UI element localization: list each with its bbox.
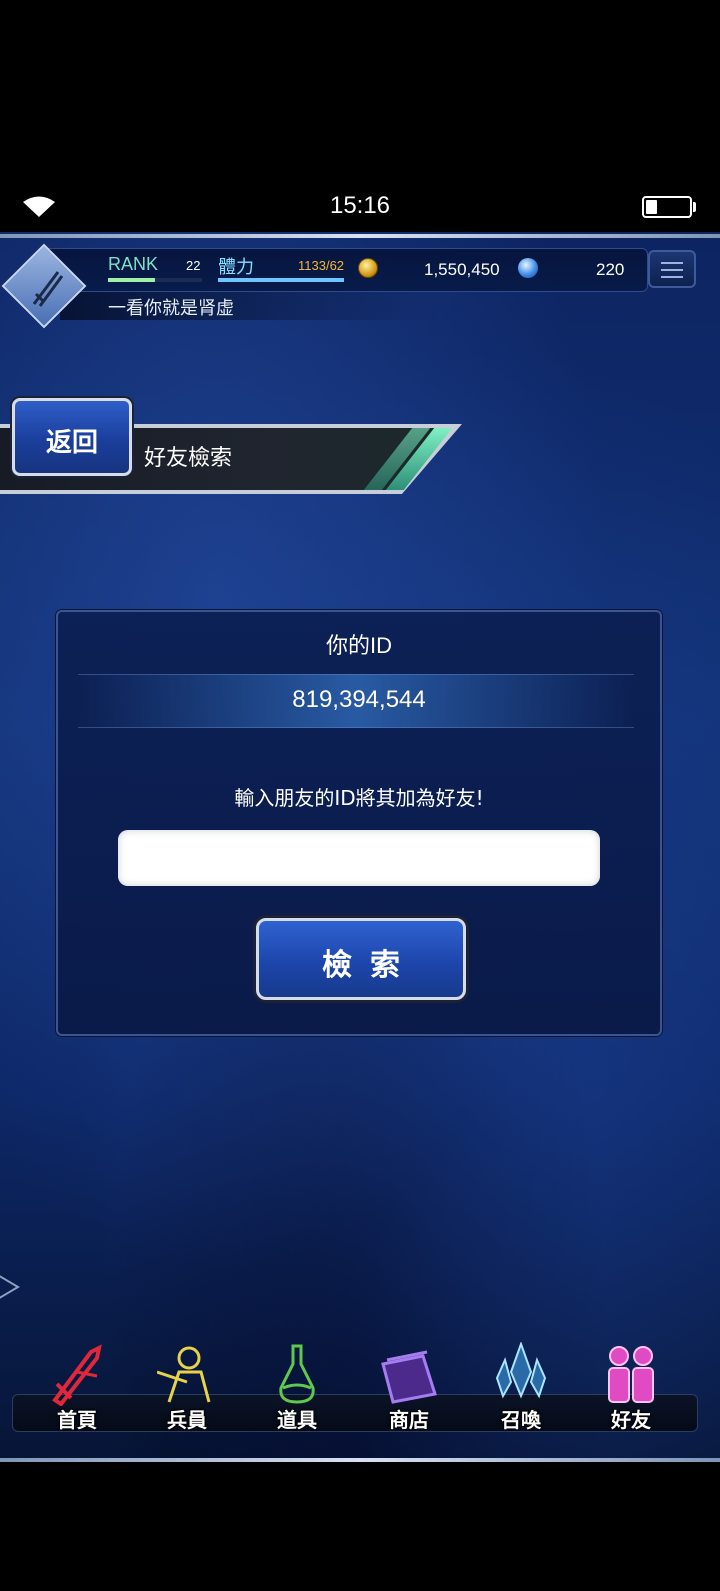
frame-top-border <box>0 234 720 238</box>
stamina-value: 1133/62 <box>298 258 345 273</box>
gil-coin-icon <box>358 258 378 278</box>
rank-label: RANK <box>108 254 159 274</box>
side-arrow-icon[interactable] <box>0 1270 22 1304</box>
nav-home-label: 首頁 <box>57 1408 97 1432</box>
rank-value: 22 <box>186 258 201 273</box>
page-title: 好友檢索 <box>144 446 233 471</box>
battery-icon <box>642 196 692 218</box>
hero-icon <box>157 1346 211 1403</box>
clock: 15:16 <box>329 192 391 219</box>
nav-items[interactable]: 道具 <box>242 1338 352 1434</box>
menu-icon-line <box>661 269 683 271</box>
stamina-gauge <box>218 278 344 282</box>
nav-friends-label: 好友 <box>611 1408 651 1432</box>
player-name: 一看你就是肾虚 <box>108 298 234 319</box>
your-id-value: 819,394,544 <box>292 686 426 713</box>
friend-id-input[interactable] <box>118 830 600 886</box>
menu-icon <box>661 262 683 264</box>
rank-gauge-fill <box>108 278 155 282</box>
battery-level <box>646 200 657 214</box>
nav-summon[interactable]: 召喚 <box>466 1338 576 1434</box>
your-id-heading: 你的ID <box>325 633 392 658</box>
stamina-label: 體力 <box>218 257 254 278</box>
nav-friends[interactable]: 好友 <box>576 1338 686 1434</box>
lapis-gem-icon <box>518 258 538 278</box>
nav-home[interactable]: 首頁 <box>22 1338 132 1434</box>
crystal-icon <box>495 1342 547 1399</box>
rank-gauge <box>108 278 202 282</box>
nav-summon-label: 召喚 <box>501 1408 541 1432</box>
menu-icon-line <box>661 276 683 278</box>
nav-shop[interactable]: 商店 <box>354 1338 464 1434</box>
menu-button[interactable] <box>648 250 696 288</box>
battery-tip <box>693 202 696 212</box>
friends-icon <box>608 1346 654 1403</box>
nav-items-label: 道具 <box>277 1408 317 1432</box>
gil-value: 1,550,450 <box>424 260 500 279</box>
sword-icon <box>52 1344 102 1406</box>
crossed-swords-icon <box>32 271 64 307</box>
shop-icon <box>381 1350 437 1404</box>
potion-icon <box>279 1344 315 1404</box>
bottom-letterbox <box>0 1462 720 1591</box>
search-button-label[interactable]: 檢索 <box>256 940 466 984</box>
nav-units[interactable]: 兵員 <box>132 1338 242 1434</box>
stamina-gauge-fill <box>218 278 344 282</box>
nav-shop-label: 商店 <box>389 1408 429 1432</box>
nav-units-label: 兵員 <box>167 1408 207 1432</box>
instruction-text: 輸入朋友的ID將其加為好友! <box>234 786 484 810</box>
back-button-label[interactable]: 返回 <box>12 422 132 459</box>
lapis-value: 220 <box>596 260 625 279</box>
